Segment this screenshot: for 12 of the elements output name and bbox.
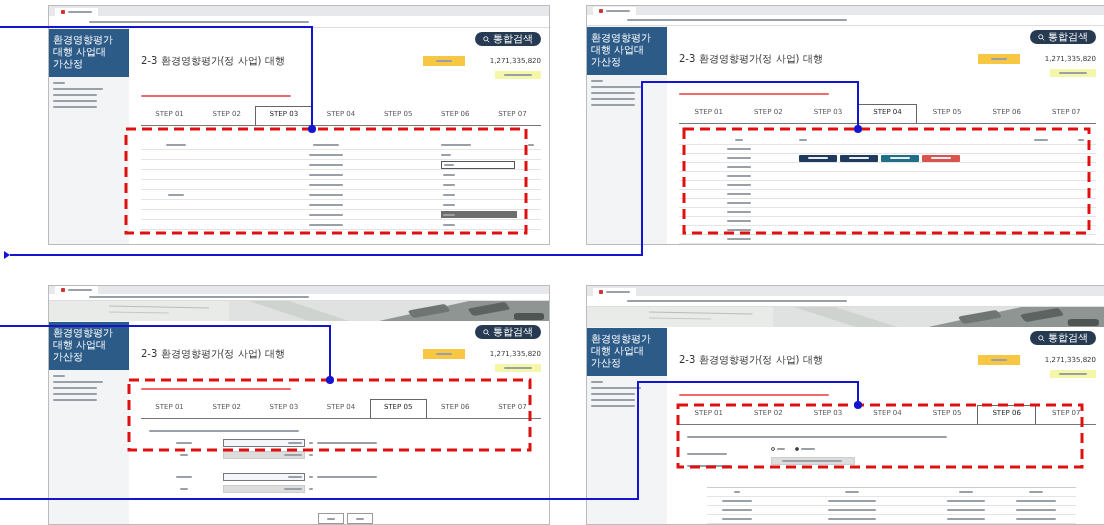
page-title: 2-3 환경영향평가(정 사업) 대행 <box>141 347 286 361</box>
page-title: 2-3 환경영향평가(정 사업) 대행 <box>141 54 286 68</box>
search-button[interactable]: 통합검색 <box>475 32 541 46</box>
search-button[interactable]: 통합검색 <box>475 325 541 339</box>
search-button[interactable]: 통합검색 <box>1030 30 1096 44</box>
sidebar-title: 환경영향평가 대행 사업대가산정 <box>587 27 667 75</box>
sidebar-title: 환경영향평가 대행 사업대가산정 <box>49 322 129 370</box>
page-title: 2-3 환경영향평가(정 사업) 대행 <box>679 353 824 367</box>
page-title: 2-3 환경영향평가(정 사업) 대행 <box>679 52 824 66</box>
sidebar-title: 환경영향평가 대행 사업대가산정 <box>587 328 667 376</box>
search-button[interactable]: 통합검색 <box>1030 331 1096 345</box>
sidebar-title: 환경영향평가 대행 사업대가산정 <box>49 29 129 77</box>
